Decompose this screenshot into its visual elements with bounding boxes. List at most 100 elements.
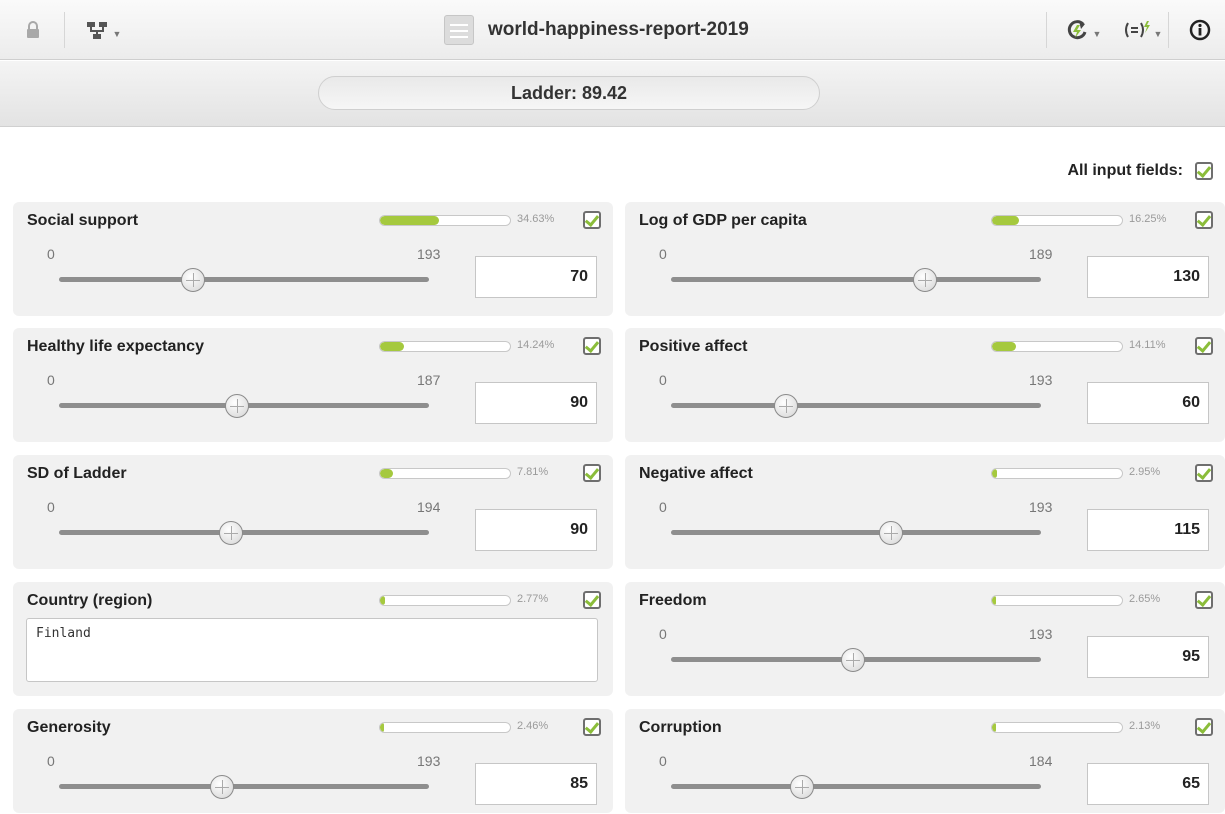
field-label: Negative affect	[639, 465, 753, 482]
importance-value: 34.63%	[517, 213, 555, 225]
field-panel-sd-of-ladder: SD of Ladder 7.81% 0 194 90	[13, 455, 613, 569]
slider-max: 194	[417, 499, 441, 515]
slider-handle[interactable]	[218, 521, 243, 545]
lock-icon[interactable]	[18, 14, 48, 46]
field-label: Log of GDP per capita	[639, 212, 807, 229]
field-panel-freedom: Freedom 2.65% 0 193 95	[625, 582, 1225, 696]
field-label: Healthy life expectancy	[27, 338, 204, 355]
checkbox-icon[interactable]	[1195, 211, 1213, 229]
slider-min: 0	[47, 246, 55, 262]
chevron-down-icon: ▼	[112, 29, 122, 39]
checkbox-icon[interactable]	[1195, 718, 1213, 736]
importance-bar	[991, 215, 1123, 226]
slider-max: 184	[1029, 753, 1053, 769]
value-input[interactable]: 130	[1087, 256, 1209, 298]
slider-handle[interactable]	[789, 775, 814, 799]
slider-min: 0	[47, 372, 55, 388]
field-label: Country (region)	[27, 592, 153, 609]
importance-value: 14.11%	[1129, 339, 1166, 351]
slider-min: 0	[659, 626, 667, 642]
slider-handle[interactable]	[913, 268, 938, 292]
value-input[interactable]: 60	[1087, 382, 1209, 424]
importance-value: 2.95%	[1129, 466, 1161, 478]
checkbox-icon[interactable]	[583, 211, 601, 229]
prediction-result: Ladder: 89.42	[318, 76, 820, 110]
slider-track[interactable]	[59, 277, 429, 282]
all-input-fields-toggle: All input fields:	[1067, 162, 1213, 180]
value-input[interactable]: 90	[475, 509, 597, 551]
slider-min: 0	[47, 499, 55, 515]
field-panel-healthy-life-expectancy: Healthy life expectancy 14.24% 0 187 90	[13, 328, 613, 442]
importance-bar	[991, 468, 1123, 479]
importance-value: 7.81%	[517, 466, 549, 478]
prediction-bar: Ladder: 89.42	[0, 61, 1225, 127]
field-label: Positive affect	[639, 338, 748, 355]
importance-bar	[379, 468, 511, 479]
dataset-icon	[444, 15, 474, 45]
info-icon[interactable]	[1180, 14, 1220, 46]
chevron-down-icon: ▼	[1092, 29, 1102, 39]
field-panel-positive-affect: Positive affect 14.11% 0 193 60	[625, 328, 1225, 442]
formula-icon[interactable]: ▼	[1120, 14, 1164, 46]
importance-bar	[991, 595, 1123, 606]
importance-value: 2.46%	[517, 720, 549, 732]
field-label: Freedom	[639, 592, 707, 609]
refresh-icon[interactable]: ▼	[1060, 14, 1106, 46]
slider-max: 193	[1029, 372, 1053, 388]
slider-track[interactable]	[59, 530, 429, 535]
slider-max: 189	[1029, 246, 1053, 262]
checkbox-icon[interactable]	[1195, 337, 1213, 355]
slider-max: 193	[417, 246, 441, 262]
importance-value: 2.77%	[517, 593, 549, 605]
value-input[interactable]: 95	[1087, 636, 1209, 678]
field-label: Social support	[27, 212, 139, 229]
field-panel-corruption: Corruption 2.13% 0 184 65	[625, 709, 1225, 813]
country-text-input[interactable]: Finland	[26, 618, 598, 682]
slider-track[interactable]	[59, 784, 429, 789]
checkbox-icon[interactable]	[583, 337, 601, 355]
field-label: Generosity	[27, 719, 111, 736]
value-input[interactable]: 85	[475, 763, 597, 805]
field-panel-negative-affect: Negative affect 2.95% 0 193 115	[625, 455, 1225, 569]
field-panel-log-of-gdp-per-capita: Log of GDP per capita 16.25% 0 189 130	[625, 202, 1225, 316]
value-input[interactable]: 65	[1087, 763, 1209, 805]
slider-min: 0	[659, 246, 667, 262]
value-input[interactable]: 90	[475, 382, 597, 424]
field-panel-country-region: Country (region) 2.77% Finland	[13, 582, 613, 696]
checkbox-icon[interactable]	[1195, 162, 1213, 180]
slider-handle[interactable]	[879, 521, 904, 545]
checkbox-icon[interactable]	[1195, 464, 1213, 482]
page-title: world-happiness-report-2019	[488, 19, 749, 40]
value-input[interactable]: 115	[1087, 509, 1209, 551]
slider-track[interactable]	[671, 277, 1041, 282]
slider-max: 193	[417, 753, 441, 769]
checkbox-icon[interactable]	[583, 464, 601, 482]
importance-bar	[991, 722, 1123, 733]
slider-track[interactable]	[671, 530, 1041, 535]
slider-track[interactable]	[671, 784, 1041, 789]
checkbox-icon[interactable]	[583, 718, 601, 736]
checkbox-icon[interactable]	[1195, 591, 1213, 609]
field-panel-generosity: Generosity 2.46% 0 193 85	[13, 709, 613, 813]
importance-bar	[379, 215, 511, 226]
value-input[interactable]: 70	[475, 256, 597, 298]
field-panel-social-support: Social support 34.63% 0 193 70	[13, 202, 613, 316]
importance-bar	[379, 341, 511, 352]
importance-bar	[379, 722, 511, 733]
field-label: Corruption	[639, 719, 722, 736]
importance-bar	[991, 341, 1123, 352]
slider-handle[interactable]	[841, 648, 866, 672]
slider-handle[interactable]	[181, 268, 206, 292]
importance-value: 14.24%	[517, 339, 555, 351]
slider-max: 193	[1029, 626, 1053, 642]
tree-icon[interactable]: ▼	[78, 14, 128, 46]
model-title: world-happiness-report-2019	[444, 14, 749, 46]
slider-track[interactable]	[671, 403, 1041, 408]
importance-value: 2.13%	[1129, 720, 1161, 732]
slider-min: 0	[659, 753, 667, 769]
slider-handle[interactable]	[774, 394, 799, 418]
toolbar-separator	[64, 12, 65, 48]
slider-handle[interactable]	[225, 394, 250, 418]
checkbox-icon[interactable]	[583, 591, 601, 609]
slider-handle[interactable]	[209, 775, 234, 799]
